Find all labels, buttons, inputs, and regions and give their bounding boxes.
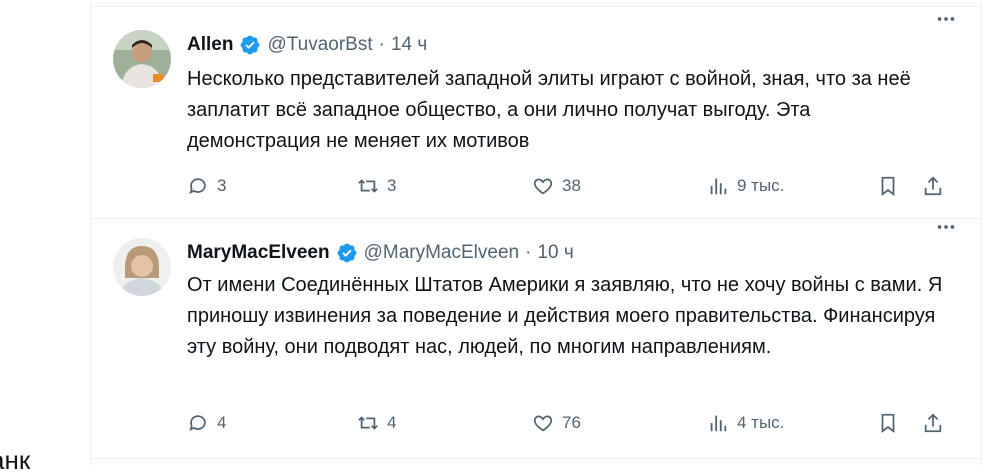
share-icon <box>924 176 942 196</box>
bookmark-icon <box>881 176 895 196</box>
display-name[interactable]: MaryMacElveen <box>187 242 330 264</box>
display-name[interactable]: Allen <box>187 34 233 56</box>
like-count: 38 <box>562 176 581 195</box>
divider <box>91 458 981 459</box>
analytics-icon <box>710 415 727 432</box>
tweet-allen[interactable]: Allen @TuvaorBst · 14 ч Несколько предст… <box>91 6 981 218</box>
reply-button[interactable]: 3 <box>187 171 226 201</box>
verified-badge-icon <box>241 35 260 55</box>
share-button[interactable] <box>922 171 944 201</box>
user-handle[interactable]: @TuvaorBst <box>267 34 372 56</box>
views-button[interactable]: 4 тыс. <box>707 408 784 438</box>
bookmark-icon <box>881 413 895 433</box>
repost-icon <box>358 179 378 193</box>
more-options-button[interactable] <box>931 8 961 30</box>
separator-dot: · <box>525 242 532 263</box>
share-button[interactable] <box>922 408 944 438</box>
reply-icon <box>189 415 206 432</box>
more-icon <box>937 17 955 21</box>
cropped-left-text: анк <box>0 445 31 475</box>
bookmark-button[interactable] <box>877 171 899 201</box>
timestamp[interactable]: 14 ч <box>391 34 427 56</box>
view-count: 4 тыс. <box>737 413 785 432</box>
tweet-text: От имени Соединённых Штатов Америки я за… <box>187 274 943 358</box>
repost-icon <box>358 416 378 430</box>
separator-dot: · <box>378 34 385 55</box>
heart-icon <box>533 415 553 432</box>
tweet-text: Несколько представителей западной элиты … <box>187 68 911 152</box>
avatar[interactable] <box>113 30 171 88</box>
reply-icon <box>189 178 206 195</box>
timeline: Allen @TuvaorBst · 14 ч Несколько предст… <box>90 0 982 469</box>
verified-badge-icon <box>337 243 356 263</box>
bookmark-button[interactable] <box>877 408 899 438</box>
views-button[interactable]: 9 тыс. <box>707 171 784 201</box>
like-count: 76 <box>562 413 581 432</box>
timestamp[interactable]: 10 ч <box>537 242 573 264</box>
user-handle[interactable]: @MaryMacElveen <box>364 242 520 264</box>
more-icon <box>937 225 955 229</box>
repost-count: 4 <box>387 413 397 432</box>
repost-button[interactable]: 4 <box>357 408 396 438</box>
reply-button[interactable]: 4 <box>187 408 226 438</box>
share-icon <box>924 413 942 433</box>
tweet-marymacelveen[interactable]: MaryMacElveen @MaryMacElveen · 10 ч От и… <box>91 218 981 458</box>
like-button[interactable]: 76 <box>532 408 581 438</box>
tweet-header: MaryMacElveen @MaryMacElveen · 10 ч <box>187 240 574 266</box>
reply-count: 4 <box>217 413 227 432</box>
repost-button[interactable]: 3 <box>357 171 396 201</box>
repost-count: 3 <box>387 176 397 195</box>
more-options-button[interactable] <box>931 216 961 238</box>
heart-icon <box>533 178 553 195</box>
tweet-header: Allen @TuvaorBst · 14 ч <box>187 32 427 58</box>
like-button[interactable]: 38 <box>532 171 581 201</box>
tweet-actions: 3 3 38 9 тыс. <box>187 171 961 201</box>
reply-count: 3 <box>217 176 227 195</box>
view-count: 9 тыс. <box>737 176 785 195</box>
tweet-actions: 4 4 76 4 тыс. <box>187 408 961 438</box>
avatar[interactable] <box>113 238 171 296</box>
analytics-icon <box>710 178 727 195</box>
